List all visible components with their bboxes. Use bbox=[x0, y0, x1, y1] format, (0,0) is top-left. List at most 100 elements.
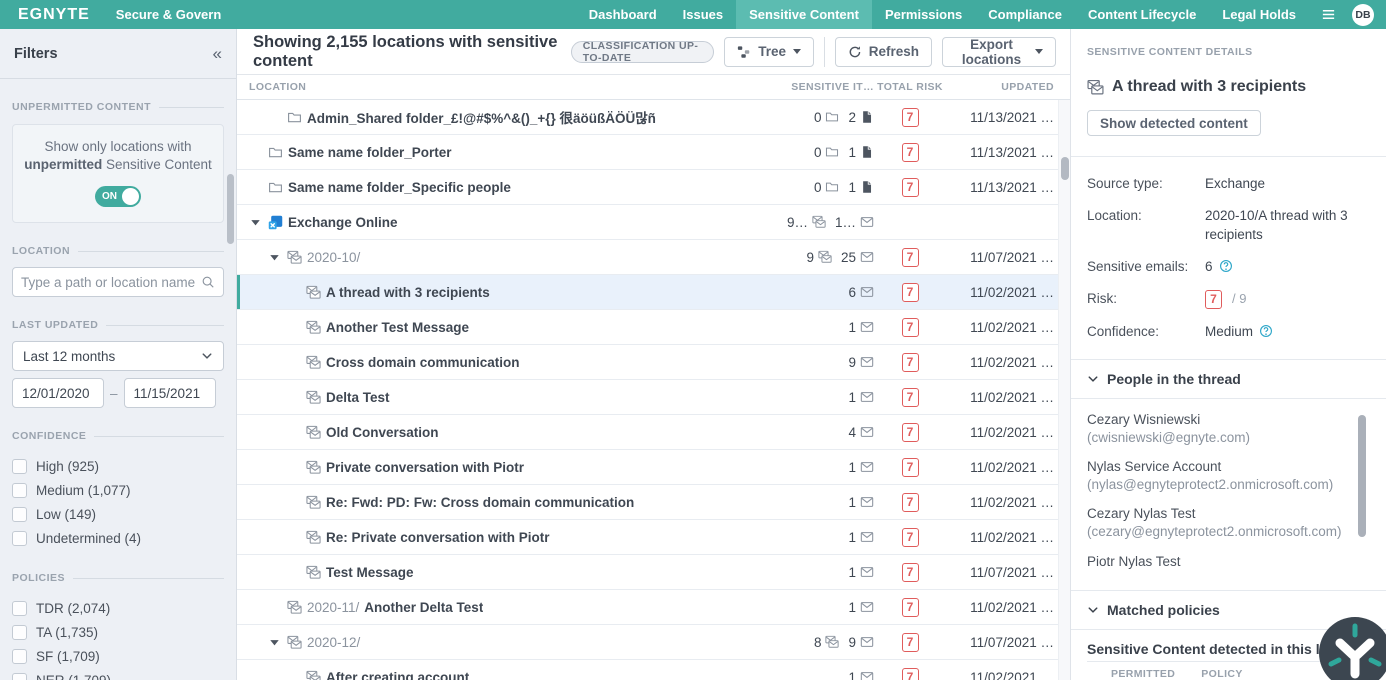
sensitive-items-cell: 925 bbox=[744, 250, 874, 265]
date-to-input[interactable] bbox=[124, 378, 216, 408]
confidence-option[interactable]: Medium (1,077) bbox=[12, 478, 224, 502]
help-icon bbox=[1259, 323, 1273, 338]
table-row[interactable]: Delta Test1711/02/2021 … bbox=[237, 380, 1058, 415]
table-row[interactable]: Same name folder_Specific people01711/13… bbox=[237, 170, 1058, 205]
refresh-button-label: Refresh bbox=[869, 44, 919, 59]
confidence-option[interactable]: High (925) bbox=[12, 454, 224, 478]
detail-value-text: 2020-10/A thread with 3 recipients bbox=[1205, 207, 1370, 243]
checkbox[interactable] bbox=[12, 649, 27, 664]
show-detected-content-button[interactable]: Show detected content bbox=[1087, 110, 1261, 136]
nav-item-permissions[interactable]: Permissions bbox=[872, 0, 975, 29]
policy-option[interactable]: TA (1,735) bbox=[12, 620, 224, 644]
sidebar-scrollbar[interactable] bbox=[227, 174, 234, 244]
table-scrollbar-thumb[interactable] bbox=[1061, 157, 1069, 180]
table-row[interactable]: Same name folder_Porter01711/13/2021 … bbox=[237, 135, 1058, 170]
egnyte-widget-button[interactable] bbox=[1319, 617, 1386, 680]
item-count: 1 bbox=[848, 530, 874, 545]
nav-item-legal-holds[interactable]: Legal Holds bbox=[1209, 0, 1309, 29]
total-risk-cell: 7 bbox=[874, 528, 946, 547]
total-risk-cell: 7 bbox=[874, 423, 946, 442]
item-count: 9 bbox=[848, 355, 874, 370]
envelope-stack-icon bbox=[306, 320, 321, 335]
table-row[interactable]: Another Test Message1711/02/2021 … bbox=[237, 310, 1058, 345]
menu-button[interactable] bbox=[1309, 0, 1348, 29]
policy-option-label: TA (1,735) bbox=[36, 625, 98, 640]
refresh-button[interactable]: Refresh bbox=[835, 37, 932, 67]
table-row[interactable]: 2020-11/Another Delta Test1711/02/2021 … bbox=[237, 590, 1058, 625]
checkbox[interactable] bbox=[12, 507, 27, 522]
table-row[interactable]: A thread with 3 recipients6711/02/2021 … bbox=[237, 275, 1058, 310]
envelope-icon bbox=[860, 460, 874, 474]
nav-item-issues[interactable]: Issues bbox=[670, 0, 736, 29]
checkbox[interactable] bbox=[12, 625, 27, 640]
collapse-sidebar-button[interactable]: « bbox=[213, 45, 222, 62]
unpermitted-toggle[interactable]: ON bbox=[95, 186, 141, 207]
sensitive-content-details-panel: SENSITIVE CONTENT DETAILS A thread with … bbox=[1070, 29, 1386, 680]
location-search-input[interactable] bbox=[21, 275, 201, 290]
nav-item-compliance[interactable]: Compliance bbox=[975, 0, 1075, 29]
hamburger-icon bbox=[1321, 7, 1336, 22]
table-row[interactable]: Cross domain communication9711/02/2021 … bbox=[237, 345, 1058, 380]
table-row[interactable]: Admin_Shared folder_£!@#$%^&()_+{} 很äöüß… bbox=[237, 100, 1058, 135]
product-name: Secure & Govern bbox=[116, 7, 222, 22]
item-count: 4 bbox=[848, 425, 874, 440]
policy-option[interactable]: NER (1,709) bbox=[12, 668, 224, 680]
checkbox[interactable] bbox=[12, 601, 27, 616]
item-count-value: 1 bbox=[848, 600, 856, 615]
table-row[interactable]: Exchange Online9…1… bbox=[237, 205, 1058, 240]
person-item: Cezary Nylas Test(cezary@egnyteprotect2.… bbox=[1087, 505, 1352, 540]
table-row[interactable]: Re: Fwd: PD: Fw: Cross domain communicat… bbox=[237, 485, 1058, 520]
nav-item-dashboard[interactable]: Dashboard bbox=[576, 0, 670, 29]
people-section-header[interactable]: People in the thread bbox=[1071, 359, 1386, 399]
risk-badge: 7 bbox=[1205, 290, 1222, 309]
confidence-option-label: Medium (1,077) bbox=[36, 483, 131, 498]
brand: EGNYTE Secure & Govern bbox=[0, 0, 239, 29]
people-scrollbar-thumb[interactable] bbox=[1358, 415, 1366, 537]
header-total-risk[interactable]: TOTAL RISK bbox=[874, 81, 946, 93]
envelope-stack-icon bbox=[287, 250, 302, 265]
tree-icon bbox=[737, 45, 751, 59]
nav-item-sensitive-content[interactable]: Sensitive Content bbox=[736, 0, 872, 29]
table-row[interactable]: After creating account1711/02/2021 … bbox=[237, 660, 1058, 680]
table-row[interactable]: Test Message1711/07/2021 … bbox=[237, 555, 1058, 590]
item-count: 1 bbox=[848, 180, 874, 195]
confidence-option[interactable]: Undetermined (4) bbox=[12, 526, 224, 550]
checkbox[interactable] bbox=[12, 531, 27, 546]
risk-badge: 7 bbox=[902, 178, 919, 197]
checkbox[interactable] bbox=[12, 459, 27, 474]
table-row[interactable]: Old Conversation4711/02/2021 … bbox=[237, 415, 1058, 450]
item-count: 1… bbox=[835, 215, 874, 230]
nav-item-content-lifecycle[interactable]: Content Lifecycle bbox=[1075, 0, 1209, 29]
user-avatar[interactable]: DB bbox=[1352, 4, 1374, 26]
last-updated-select[interactable]: Last 12 months bbox=[12, 341, 224, 371]
header-sensitive-items[interactable]: SENSITIVE IT… bbox=[744, 81, 874, 93]
confidence-option[interactable]: Low (149) bbox=[12, 502, 224, 526]
table-scrollbar-track[interactable] bbox=[1058, 100, 1070, 680]
envelope-stack-icon bbox=[1087, 79, 1104, 96]
date-from-input[interactable] bbox=[12, 378, 104, 408]
item-count-value: 2 bbox=[848, 110, 856, 125]
table-row[interactable]: Private conversation with Piotr1711/02/2… bbox=[237, 450, 1058, 485]
tree-view-button[interactable]: Tree bbox=[724, 37, 814, 67]
sensitive-items-cell: 1 bbox=[744, 460, 874, 475]
matched-header-label: Matched policies bbox=[1107, 602, 1220, 618]
table-row[interactable]: Re: Private conversation with Piotr1711/… bbox=[237, 520, 1058, 555]
header-updated[interactable]: UPDATED bbox=[946, 81, 1058, 93]
checkbox[interactable] bbox=[12, 483, 27, 498]
total-risk-cell: 7 bbox=[874, 598, 946, 617]
envelope-icon bbox=[860, 530, 874, 544]
policy-option[interactable]: TDR (2,074) bbox=[12, 596, 224, 620]
total-risk-cell: 7 bbox=[874, 458, 946, 477]
header-location[interactable]: LOCATION bbox=[237, 81, 744, 93]
checkbox[interactable] bbox=[12, 673, 27, 680]
risk-badge: 7 bbox=[902, 528, 919, 547]
policy-option[interactable]: SF (1,709) bbox=[12, 644, 224, 668]
export-locations-button[interactable]: Export locations bbox=[942, 37, 1056, 67]
person-name: Cezary Nylas Test bbox=[1087, 505, 1352, 523]
table-row[interactable]: 2020-10/925711/07/2021 … bbox=[237, 240, 1058, 275]
detail-value-text: 6 bbox=[1205, 258, 1213, 276]
sensitive-items-cell: 4 bbox=[744, 425, 874, 440]
table-row[interactable]: 2020-12/89711/07/2021 … bbox=[237, 625, 1058, 660]
folder-icon bbox=[268, 145, 283, 160]
sensitive-items-cell: 1 bbox=[744, 600, 874, 615]
